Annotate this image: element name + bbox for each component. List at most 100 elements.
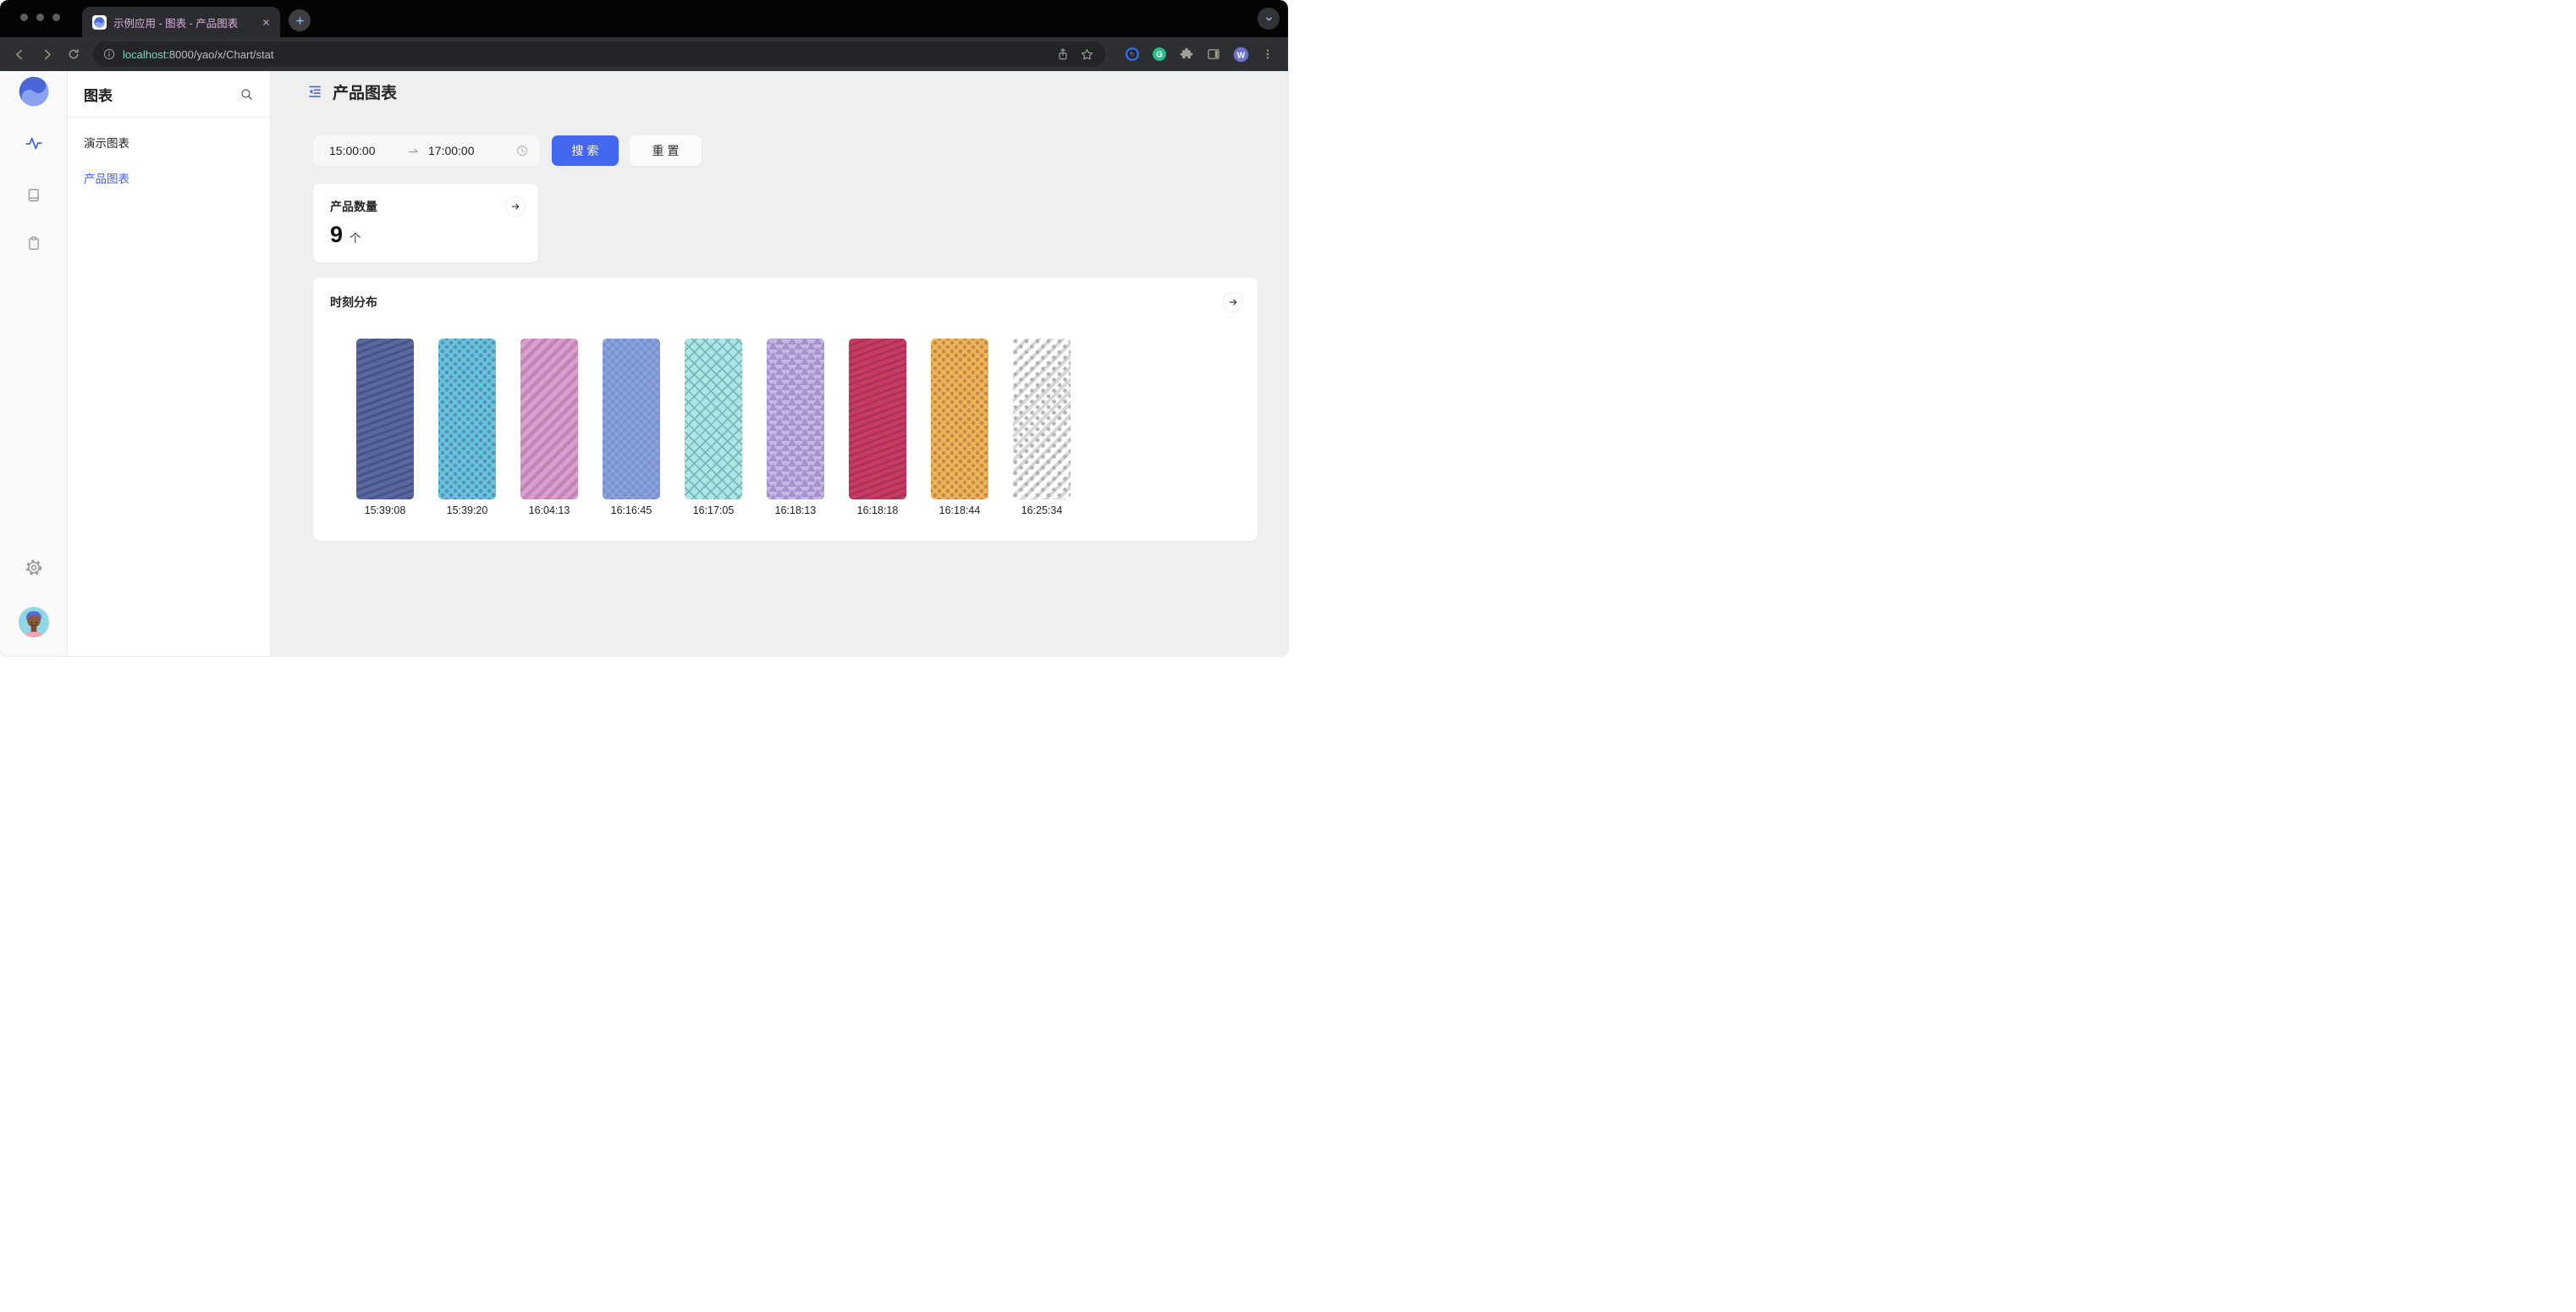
bar-label: 16:18:44: [931, 504, 988, 516]
forward-button[interactable]: [36, 43, 58, 65]
main-content: 产品图表 15:00:00 17:00:00 搜索 重置: [271, 71, 1288, 656]
yao-logo-icon: [19, 76, 49, 107]
swap-right-icon: [407, 145, 420, 157]
browser-menu-button[interactable]: [1258, 44, 1278, 64]
lens-extension-icon: [1124, 46, 1141, 63]
chart-card-title: 时刻分布: [330, 294, 377, 311]
sidebar-title: 图表: [84, 84, 239, 105]
start-time-input[interactable]: 15:00:00: [329, 144, 407, 157]
settings-button[interactable]: [25, 559, 42, 576]
browser-tab[interactable]: 示例应用 - 图表 - 产品图表: [82, 7, 280, 37]
clipboard-icon: [25, 235, 41, 251]
site-info-icon[interactable]: [102, 47, 116, 61]
collapse-sidebar-button[interactable]: [307, 84, 322, 99]
share-icon: [1056, 47, 1070, 61]
svg-text:W: W: [1236, 51, 1245, 60]
arrow-right-icon: [510, 201, 520, 212]
bar-label: 16:18:18: [849, 504, 906, 516]
back-icon: [13, 47, 27, 62]
app-root: 图表 演示图表 产品图表 产品图表: [0, 71, 1288, 656]
chevron-down-icon: [1263, 14, 1274, 25]
back-button[interactable]: [8, 43, 30, 65]
side-panel-icon: [1206, 47, 1221, 62]
reload-button[interactable]: [63, 43, 85, 65]
tab-strip: 示例应用 - 图表 - 产品图表: [0, 0, 1288, 37]
new-tab-button[interactable]: [289, 9, 311, 31]
puzzle-icon: [1179, 47, 1194, 62]
page-title: 产品图表: [333, 80, 397, 103]
url-path: :8000/yao/x/Chart/stat: [166, 48, 273, 61]
sidebar-item-product-chart[interactable]: 产品图表: [84, 169, 254, 186]
sidebar-item-docs[interactable]: [25, 187, 41, 203]
profile-avatar[interactable]: W: [1230, 44, 1251, 64]
stat-unit: 个: [350, 229, 361, 245]
plus-icon: [294, 15, 305, 26]
bar-chart: 15:39:0815:39:2016:04:1316:16:4516:17:05…: [313, 339, 1258, 499]
lens-extension-button[interactable]: [1122, 44, 1142, 64]
end-time-input[interactable]: 17:00:00: [428, 144, 475, 157]
extensions-button[interactable]: [1176, 44, 1197, 64]
window-controls[interactable]: [20, 14, 60, 21]
bar-label: 15:39:08: [356, 504, 414, 516]
svg-text:G: G: [1156, 51, 1163, 60]
bar-label: 16:25:34: [1013, 504, 1071, 516]
side-panel-button[interactable]: [1203, 44, 1224, 64]
sidebar-item-charts[interactable]: [25, 134, 43, 152]
url-host: localhost: [123, 48, 166, 61]
bar-label: 16:17:05: [685, 504, 742, 516]
bar[interactable]: [767, 339, 824, 499]
bar-label: 16:18:13: [767, 504, 824, 516]
filter-bar: 15:00:00 17:00:00 搜索 重置: [313, 135, 702, 166]
sidebar-item-tasks[interactable]: [25, 235, 41, 251]
gear-icon: [25, 559, 42, 576]
share-button[interactable]: [1053, 44, 1073, 64]
close-window-button[interactable]: [20, 14, 28, 21]
grammarly-extension-button[interactable]: G: [1149, 44, 1170, 64]
profile-avatar-icon: W: [1232, 46, 1250, 63]
search-icon: [239, 87, 254, 102]
bar[interactable]: [356, 339, 414, 499]
bar[interactable]: [931, 339, 988, 499]
stat-card-title: 产品数量: [330, 198, 377, 215]
menu-fold-icon: [307, 84, 322, 99]
sidebar-group-label: 演示图表: [84, 134, 254, 151]
url-bar[interactable]: localhost:8000/yao/x/Chart/stat: [93, 41, 1105, 67]
icon-sidebar: [0, 71, 68, 656]
bar[interactable]: [1013, 339, 1071, 499]
app-logo[interactable]: [19, 76, 49, 107]
url-text: localhost:8000/yao/x/Chart/stat: [123, 48, 274, 61]
stat-card: 产品数量 9 个: [313, 184, 538, 262]
bar-label: 15:39:20: [438, 504, 496, 516]
minimize-window-button[interactable]: [36, 14, 44, 21]
user-avatar[interactable]: [18, 606, 50, 638]
close-tab-icon[interactable]: [259, 15, 272, 29]
tab-search-button[interactable]: [1258, 8, 1280, 30]
browser-toolbar: localhost:8000/yao/x/Chart/stat G W: [0, 37, 1288, 71]
arrow-right-icon: [1228, 297, 1238, 307]
bar[interactable]: [685, 339, 742, 499]
bookmark-button[interactable]: [1076, 44, 1097, 64]
yao-logo-icon: [94, 17, 105, 28]
chart-card-link-button[interactable]: [1223, 292, 1243, 312]
star-icon: [1080, 47, 1094, 62]
book-icon: [25, 187, 41, 203]
bar[interactable]: [603, 339, 660, 499]
sidebar-search-button[interactable]: [239, 87, 254, 102]
stat-card-link-button[interactable]: [505, 196, 526, 217]
zoom-window-button[interactable]: [52, 14, 60, 21]
kebab-menu-icon: [1261, 47, 1274, 61]
browser-window: 示例应用 - 图表 - 产品图表 localhost:8000/yao/x/Ch…: [0, 0, 1288, 656]
stat-value: 9: [330, 223, 343, 246]
time-range-picker[interactable]: 15:00:00 17:00:00: [313, 135, 540, 166]
sidebar-header: 图表: [68, 71, 270, 118]
secondary-sidebar: 图表 演示图表 产品图表: [68, 71, 271, 656]
bar[interactable]: [849, 339, 906, 499]
bar-label: 16:04:13: [520, 504, 578, 516]
bar[interactable]: [520, 339, 578, 499]
activity-icon: [25, 134, 43, 152]
reset-button[interactable]: 重置: [630, 135, 702, 166]
tab-favicon: [92, 15, 107, 30]
bar[interactable]: [438, 339, 496, 499]
search-button[interactable]: 搜索: [552, 135, 619, 166]
grammarly-extension-icon: G: [1151, 46, 1168, 63]
